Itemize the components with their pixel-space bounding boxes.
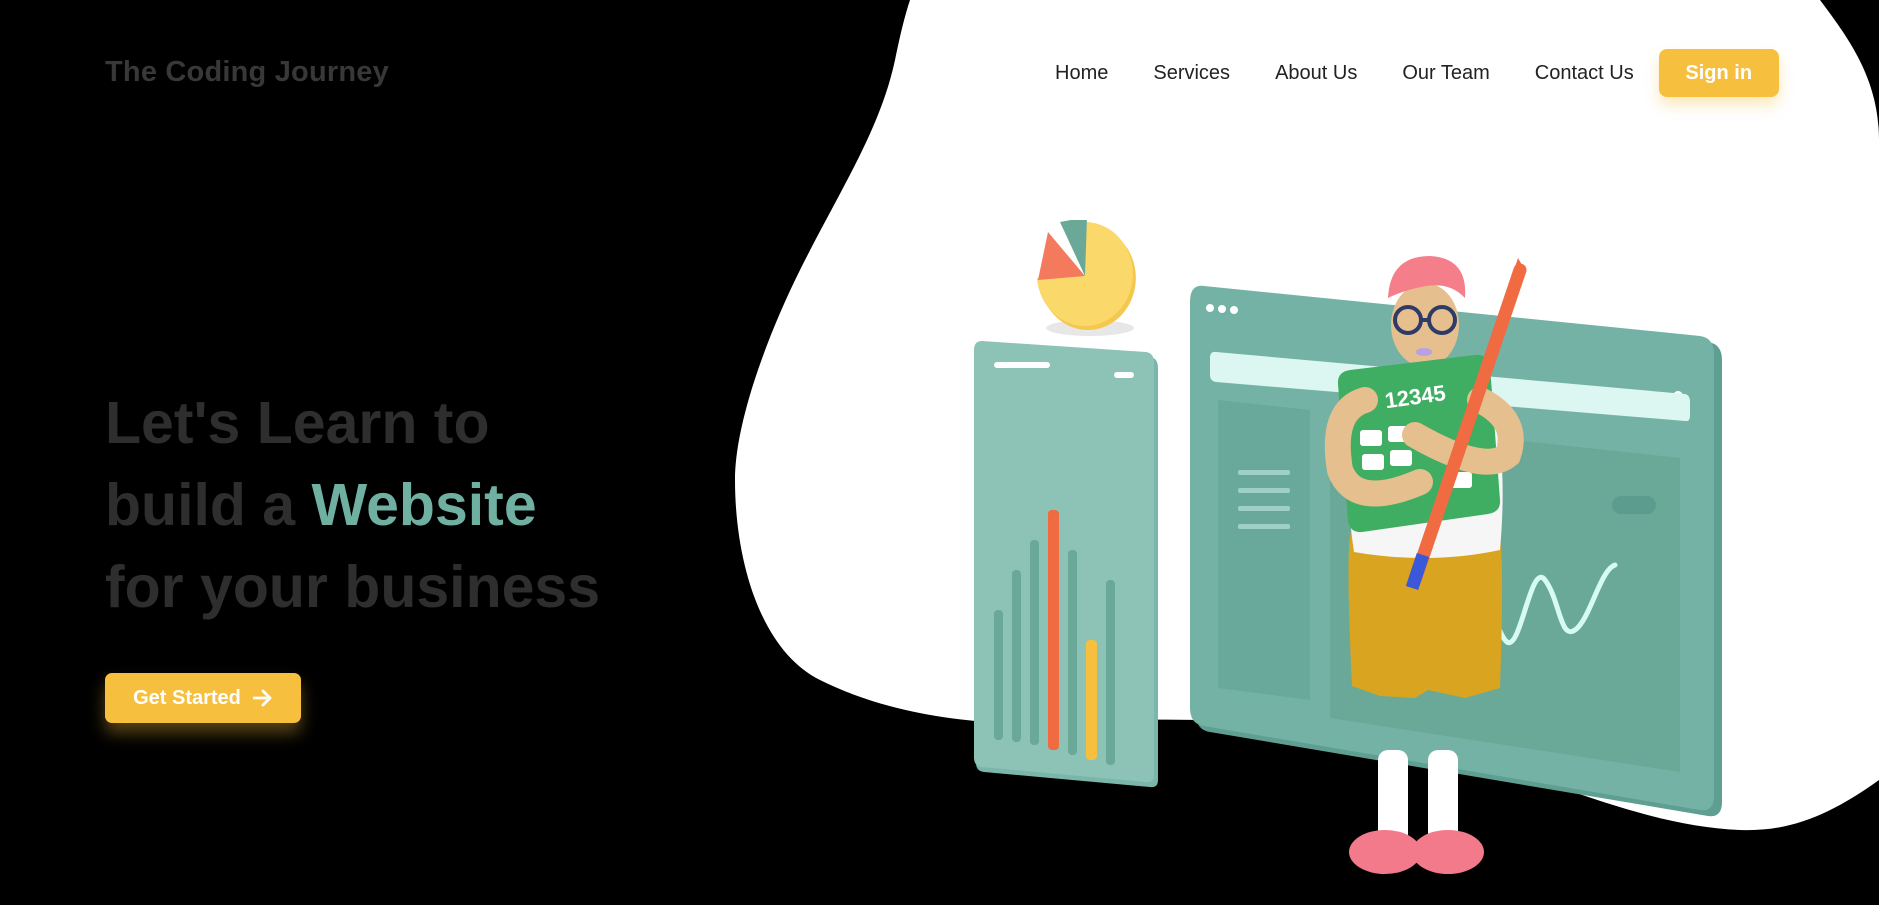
nav-home[interactable]: Home xyxy=(1055,48,1108,98)
bar-chart-card xyxy=(974,341,1158,788)
get-started-button[interactable]: Get Started xyxy=(105,673,301,723)
top-nav: Home Services About Us Our Team Contact … xyxy=(1055,48,1779,98)
brand-logo[interactable]: The Coding Journey xyxy=(105,56,389,89)
nav-about-us[interactable]: About Us xyxy=(1275,48,1357,98)
hero-line-2-prefix: build a xyxy=(105,472,312,538)
hero-line-1: Let's Learn to xyxy=(105,390,490,456)
nav-our-team[interactable]: Our Team xyxy=(1402,48,1489,98)
hero-accent-word: Website xyxy=(311,472,537,538)
hero-illustration: 12345 xyxy=(974,220,1722,874)
nav-contact-us[interactable]: Contact Us xyxy=(1535,48,1634,98)
hero-line-2: build a Website xyxy=(105,464,600,546)
pie-chart-icon xyxy=(1037,220,1136,336)
sign-in-button[interactable]: Sign in xyxy=(1658,49,1779,97)
arrow-right-icon xyxy=(252,689,272,707)
nav-services[interactable]: Services xyxy=(1153,48,1230,98)
get-started-label: Get Started xyxy=(133,686,241,709)
hero-heading: Let's Learn to build a Website for your … xyxy=(105,382,600,628)
landing-page: The Coding Journey Home Services About U… xyxy=(0,0,1879,905)
hero-line-3: for your business xyxy=(105,554,601,620)
